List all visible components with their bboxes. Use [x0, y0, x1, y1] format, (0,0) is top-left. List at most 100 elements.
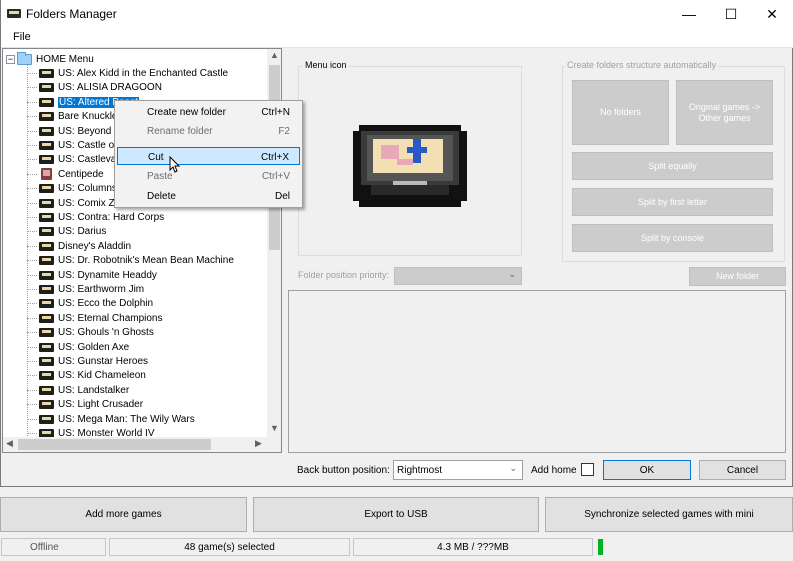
- cartridge-icon: [39, 371, 54, 381]
- tree-branch-line: [27, 389, 37, 391]
- tree-item-label: Centipede: [58, 168, 104, 180]
- context-menu-shortcut: F2: [278, 126, 290, 137]
- context-menu-label: Rename folder: [147, 126, 213, 137]
- cartridge-icon: [39, 299, 54, 309]
- ok-button[interactable]: OK: [603, 460, 691, 480]
- tree-item-label: US: Columns: [58, 183, 117, 195]
- cartridge-icon: [39, 256, 54, 266]
- tree-item[interactable]: US: Alex Kidd in the Enchanted Castle: [27, 66, 228, 80]
- menu-bar: File: [1, 28, 793, 48]
- cartridge-icon: [39, 241, 54, 251]
- tree-item-label: US: Golden Axe: [58, 341, 130, 353]
- minimize-button[interactable]: —: [667, 0, 711, 28]
- synchronize-button[interactable]: Synchronize selected games with mini: [545, 497, 793, 532]
- folder-priority-select[interactable]: ⌄: [394, 267, 522, 285]
- original-games-button[interactable]: Original games -> Other games: [676, 80, 773, 145]
- cartridge-icon: [39, 112, 54, 122]
- close-button[interactable]: ✕: [750, 0, 793, 28]
- tree-horizontal-scrollbar[interactable]: ◀ ▶: [3, 437, 281, 452]
- cartridge-icon: [39, 126, 54, 136]
- cartridge-icon: [39, 68, 54, 78]
- export-to-usb-button[interactable]: Export to USB: [253, 497, 539, 532]
- maximize-button[interactable]: ☐: [709, 0, 753, 28]
- window-title: Folders Manager: [26, 7, 117, 21]
- add-home-checkbox[interactable]: [581, 463, 594, 476]
- tree-item[interactable]: US: Darius: [27, 225, 106, 239]
- split-equally-button[interactable]: Split equally: [572, 152, 773, 180]
- context-menu: Create new folder Ctrl+N Rename folder F2 Cu…: [114, 100, 303, 208]
- cartridge-icon: [39, 97, 54, 107]
- scroll-right-icon[interactable]: ▶: [255, 438, 262, 449]
- context-menu-item-delete[interactable]: Delete Del: [117, 187, 300, 205]
- tree-branch-line: [27, 87, 37, 89]
- folder-contents-panel: [288, 290, 786, 453]
- back-button-position-select[interactable]: Rightmost ⌄: [393, 460, 523, 480]
- tree-branch-line: [27, 188, 37, 190]
- split-by-first-letter-button[interactable]: Split by first letter: [572, 188, 773, 216]
- cancel-button[interactable]: Cancel: [699, 460, 786, 480]
- tree-item[interactable]: US: Ecco the Dolphin: [27, 297, 153, 311]
- context-menu-item-create-new-folder[interactable]: Create new folder Ctrl+N: [117, 103, 300, 121]
- tree-item[interactable]: US: Contra: Hard Corps: [27, 210, 164, 224]
- tree-item[interactable]: US: Dr. Robotnik's Mean Bean Machine: [27, 254, 234, 268]
- split-by-console-button[interactable]: Split by console: [572, 224, 773, 252]
- arcade-cartridge-icon: [41, 168, 52, 181]
- tree-item-label: US: Light Crusader: [58, 399, 144, 411]
- tree-item[interactable]: US: Mega Man: The Wily Wars: [27, 412, 195, 426]
- scroll-up-icon[interactable]: ▲: [270, 50, 279, 60]
- tree-item[interactable]: US: Beyond O: [27, 124, 122, 138]
- context-menu-shortcut: Ctrl+V: [261, 171, 290, 182]
- cartridge-icon: [39, 155, 54, 165]
- tree-branch-line: [27, 375, 37, 377]
- menu-file[interactable]: File: [13, 31, 31, 43]
- tree-root[interactable]: − HOME Menu: [6, 51, 94, 66]
- tree-horizontal-scroll-thumb[interactable]: [18, 439, 211, 450]
- context-menu-item-paste[interactable]: Paste Ctrl+V: [117, 167, 300, 185]
- context-menu-item-rename-folder[interactable]: Rename folder F2: [117, 122, 300, 140]
- add-more-games-button[interactable]: Add more games: [0, 497, 247, 532]
- scroll-down-icon[interactable]: ▼: [270, 423, 279, 433]
- tree-item[interactable]: US: Gunstar Heroes: [27, 354, 148, 368]
- tree-item[interactable]: US: Ghouls 'n Ghosts: [27, 326, 154, 340]
- tree-item[interactable]: US: ALISIA DRAGOON: [27, 81, 162, 95]
- tree-branch-line: [27, 202, 37, 204]
- cartridge-icon: [39, 140, 54, 150]
- tree-item[interactable]: US: Comix Zo: [27, 196, 120, 210]
- tree-item[interactable]: US: Kid Chameleon: [27, 369, 146, 383]
- back-button-position-label: Back button position:: [297, 465, 390, 476]
- context-menu-label: Delete: [147, 191, 176, 202]
- cartridge-icon: [39, 313, 54, 323]
- cartridge-icon: [39, 284, 54, 294]
- tree-item[interactable]: Centipede: [27, 167, 104, 181]
- tree-item[interactable]: US: Columns: [27, 182, 117, 196]
- auto-create-group-label: Create folders structure automatically: [565, 60, 719, 70]
- tree-branch-line: [27, 144, 37, 146]
- tree-item[interactable]: US: Light Crusader: [27, 398, 143, 412]
- context-menu-item-cut[interactable]: Cut Ctrl+X: [117, 147, 300, 165]
- tree-item[interactable]: US: Landstalker: [27, 383, 129, 397]
- context-menu-label: Create new folder: [147, 107, 226, 118]
- no-folders-button[interactable]: No folders: [572, 80, 669, 145]
- collapse-icon[interactable]: −: [6, 54, 15, 64]
- cartridge-icon: [39, 328, 54, 338]
- tree-branch-line: [27, 260, 37, 262]
- new-folder-button[interactable]: New folder: [689, 267, 786, 286]
- tree-item[interactable]: US: Eternal Champions: [27, 311, 163, 325]
- mouse-cursor-icon: [169, 156, 181, 173]
- tree-item[interactable]: US: Castle of: [27, 138, 117, 152]
- tree-item[interactable]: Bare Knuckle: [27, 110, 117, 124]
- tree-item-label: Disney's Aladdin: [58, 240, 132, 252]
- tree-item[interactable]: US: Golden Axe: [27, 340, 129, 354]
- original-games-line1: Original games ->: [688, 101, 761, 112]
- status-offline: Offline: [1, 538, 106, 556]
- cartridge-icon: [39, 385, 54, 395]
- tree-item-label: US: Ghouls 'n Ghosts: [58, 327, 154, 339]
- tree-item[interactable]: US: Dynamite Headdy: [27, 268, 157, 282]
- tree-item-label: US: Ecco the Dolphin: [58, 298, 154, 310]
- scroll-left-icon[interactable]: ◀: [6, 438, 13, 449]
- tree-item[interactable]: US: Castlevan: [27, 153, 122, 167]
- tree-item-label: US: Darius: [58, 226, 107, 238]
- tree-item[interactable]: Disney's Aladdin: [27, 239, 131, 253]
- tree-item[interactable]: US: Earthworm Jim: [27, 282, 144, 296]
- status-selected-count: 48 game(s) selected: [109, 538, 350, 556]
